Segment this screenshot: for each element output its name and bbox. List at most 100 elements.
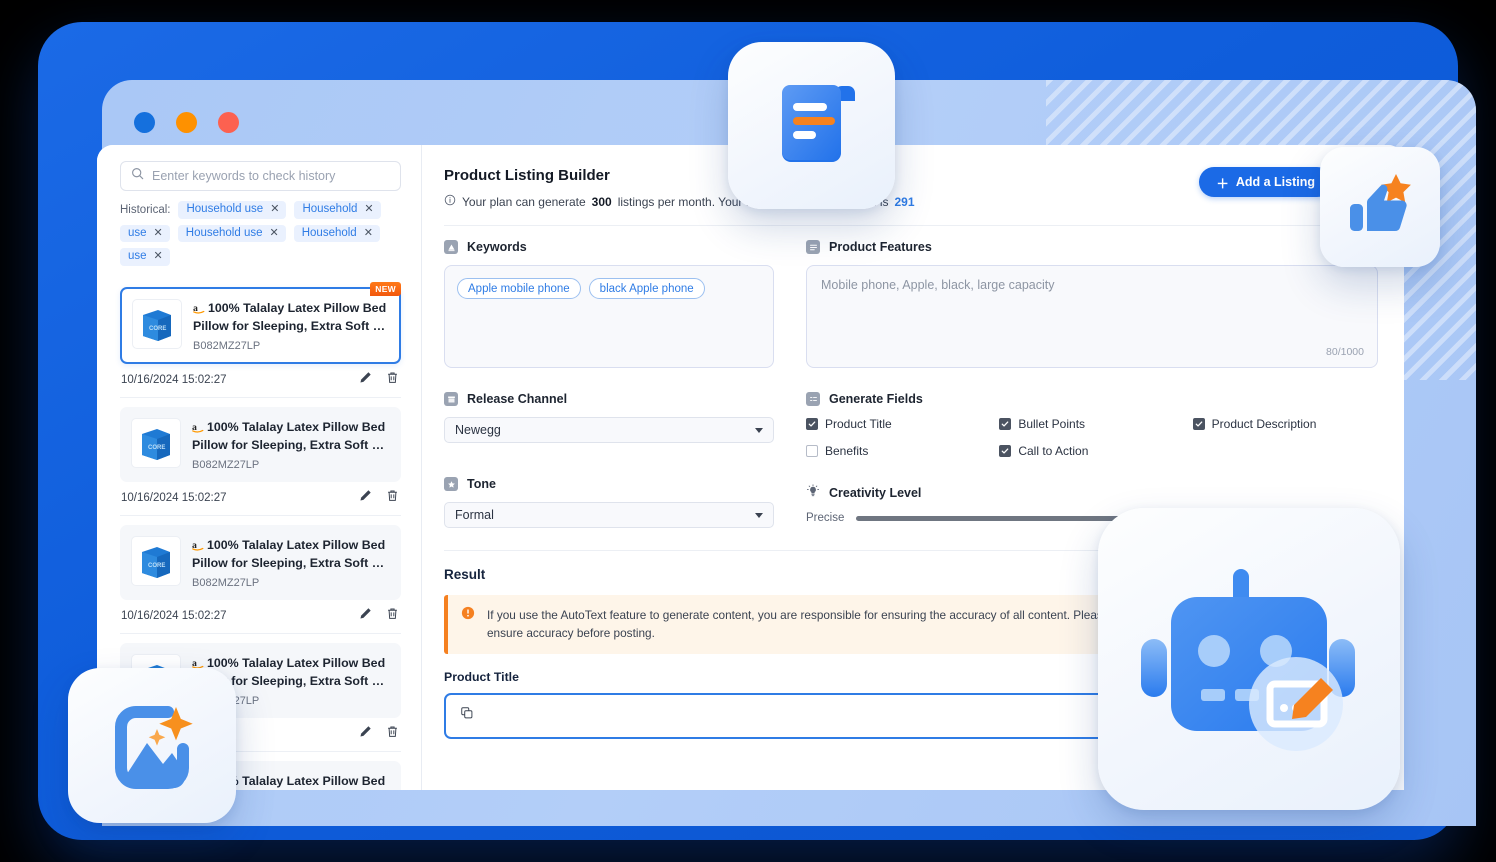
window-controls[interactable] <box>134 112 239 133</box>
history-date: 10/16/2024 15:02:27 <box>121 491 227 504</box>
chip-label: Household <box>301 226 357 239</box>
generate-fields-label: Generate Fields <box>829 392 923 406</box>
chevron-down-icon <box>755 512 763 518</box>
checkbox-product-title[interactable]: Product Title <box>806 417 991 431</box>
add-listing-label: Add a Listing <box>1235 175 1315 189</box>
main-header: Product Listing Builder Your plan can ge… <box>444 167 1378 209</box>
window-minimize-dot[interactable] <box>134 112 155 133</box>
release-channel-value: Newegg <box>455 423 501 437</box>
chip-label: Household use <box>185 226 263 239</box>
search-input[interactable] <box>152 169 390 183</box>
history-sku: B082MZ27LP <box>193 339 261 352</box>
window-close-dot[interactable] <box>218 112 239 133</box>
list-icon <box>806 392 820 406</box>
checkbox-label: Product Title <box>825 417 892 431</box>
form-grid: Keywords Apple mobile phone black Apple … <box>444 226 1378 528</box>
product-thumbnail: CORE <box>132 298 182 349</box>
checkbox-label: Product Description <box>1211 417 1317 431</box>
history-card[interactable]: NEW CORE a 100% Talalay Latex Pillow Bed … <box>120 281 401 364</box>
amazon-icon: a <box>193 302 205 319</box>
checkbox-label: Benefits <box>825 444 869 458</box>
checkbox-box[interactable] <box>999 445 1012 457</box>
chip-remove-icon[interactable]: ✕ <box>364 204 373 215</box>
amazon-icon: a <box>192 421 204 438</box>
chip-remove-icon[interactable]: ✕ <box>270 204 279 215</box>
product-thumbnail: CORE <box>131 535 181 586</box>
list-item[interactable]: NEW CORE a 100% Talalay Latex Pillow Bed … <box>120 278 401 397</box>
chip-remove-icon[interactable]: ✕ <box>154 251 163 262</box>
search-icon <box>131 167 144 185</box>
checkbox-label: Call to Action <box>1018 444 1089 458</box>
historical-chip[interactable]: use ✕ <box>120 224 170 242</box>
trash-icon[interactable] <box>386 725 399 743</box>
list-item[interactable]: CORE a100% Talalay Latex Pillow Bed Pill… <box>120 396 401 515</box>
generate-fields-and-creativity: Generate Fields Product Title Bullet Poi… <box>806 368 1378 528</box>
document-scroll-icon <box>760 71 864 180</box>
checkbox-box[interactable] <box>806 445 818 457</box>
checkbox-box[interactable] <box>806 418 818 430</box>
tone-select[interactable]: Formal <box>444 502 774 528</box>
historical-chip[interactable]: Household use ✕ <box>177 224 286 242</box>
store-icon <box>444 392 458 406</box>
historical-chip[interactable]: Household ✕ <box>294 201 381 219</box>
keywords-input-area[interactable]: Apple mobile phone black Apple phone <box>444 265 774 368</box>
pencil-icon[interactable] <box>359 725 372 743</box>
list-item[interactable]: CORE a100% Talalay Latex Pillow Bed Pill… <box>120 514 401 633</box>
pencil-icon[interactable] <box>359 371 372 389</box>
history-meta: 10/16/2024 15:02:27 <box>120 482 401 515</box>
historical-chip[interactable]: Household use ✕ <box>178 201 287 219</box>
generate-fields-label-row: Generate Fields <box>806 392 1378 406</box>
chip-remove-icon[interactable]: ✕ <box>154 227 163 239</box>
star-icon <box>444 477 458 491</box>
product-features-counter: 80/1000 <box>1326 346 1364 358</box>
checkbox-product-description[interactable]: Product Description <box>1192 417 1378 431</box>
trash-icon[interactable] <box>386 607 399 625</box>
keyword-chip[interactable]: Apple mobile phone <box>457 278 581 299</box>
product-features-label: Product Features <box>829 240 932 254</box>
product-features-textarea[interactable]: Mobile phone, Apple, black, large capaci… <box>806 265 1378 368</box>
image-sparkle-icon <box>100 691 204 800</box>
checkbox-bullet-points[interactable]: Bullet Points <box>999 417 1184 431</box>
image-card <box>68 668 236 823</box>
search-box[interactable] <box>120 161 401 191</box>
keywords-label-row: Keywords <box>444 240 774 254</box>
history-date: 10/16/2024 15:02:27 <box>121 373 227 386</box>
keywords-label: Keywords <box>467 240 527 254</box>
generate-fields-options: Product Title Bullet Points Product Desc… <box>806 417 1378 458</box>
keyword-chip[interactable]: black Apple phone <box>588 278 705 299</box>
chip-remove-icon[interactable]: ✕ <box>270 227 279 239</box>
history-sku: B082MZ27LP <box>192 576 260 589</box>
pencil-icon[interactable] <box>359 489 372 507</box>
thumbs-up-card <box>1320 147 1440 267</box>
release-channel-select[interactable]: Newegg <box>444 417 774 443</box>
history-meta: 10/16/2024 15:02:27 <box>120 600 401 633</box>
pencil-icon[interactable] <box>359 607 372 625</box>
checkbox-call-to-action[interactable]: Call to Action <box>999 444 1184 458</box>
history-card[interactable]: CORE a100% Talalay Latex Pillow Bed Pill… <box>120 406 401 482</box>
chevron-down-icon <box>755 427 763 433</box>
checkbox-box[interactable] <box>1192 418 1205 430</box>
creativity-label-row: Creativity Level <box>806 484 1378 501</box>
checkbox-box[interactable] <box>999 418 1012 430</box>
release-channel-label: Release Channel <box>467 392 568 406</box>
trash-icon[interactable] <box>386 489 399 507</box>
history-card[interactable]: CORE a100% Talalay Latex Pillow Bed Pill… <box>120 524 401 600</box>
add-listing-button[interactable]: ＋ Add a Listing <box>1199 167 1332 197</box>
status-badge: NEW <box>370 281 401 296</box>
creativity-label: Creativity Level <box>829 485 922 500</box>
historical-chip[interactable]: Household ✕ <box>293 224 380 242</box>
tone-label: Tone <box>467 477 496 491</box>
window-maximize-dot[interactable] <box>176 112 197 133</box>
keyword-tag-icon <box>444 240 458 254</box>
trash-icon[interactable] <box>386 371 399 389</box>
historical-chip[interactable]: use ✕ <box>120 248 170 266</box>
chip-remove-icon[interactable]: ✕ <box>364 227 373 239</box>
copy-icon[interactable] <box>460 706 474 724</box>
checkbox-benefits[interactable]: Benefits <box>806 444 991 458</box>
document-card <box>728 42 895 209</box>
chip-label: Household <box>302 203 358 215</box>
historical-label: Historical: <box>120 203 171 216</box>
warning-icon <box>461 606 475 625</box>
product-features-label-row: Product Features <box>806 240 1378 254</box>
checkbox-label: Bullet Points <box>1018 417 1086 431</box>
